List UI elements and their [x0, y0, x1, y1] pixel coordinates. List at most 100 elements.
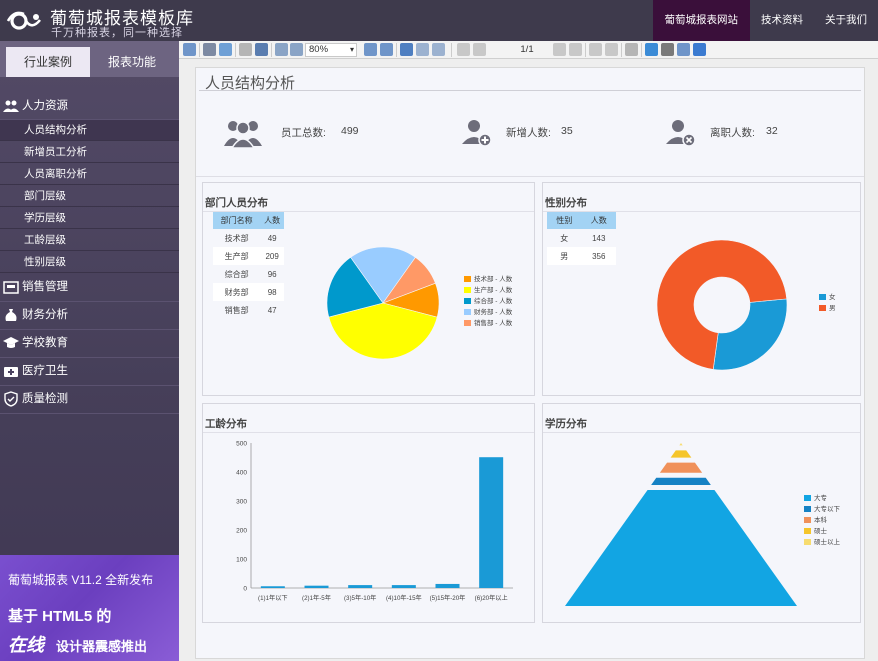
dept-table: 部门名称 人数 技术部 49 生产部 209 综合部 96 财务部 98 销售部 47 [213, 212, 284, 319]
single-page-icon[interactable] [400, 43, 413, 56]
find-icon[interactable] [255, 43, 268, 56]
kpi-value: 32 [766, 125, 778, 137]
fit-page-icon[interactable] [380, 43, 393, 56]
top-bar: 葡萄城报表模板库 千万种报表，同一种选择 葡萄城报表网站 技术资料 关于我们 [0, 0, 878, 41]
next-page-icon[interactable] [553, 43, 566, 56]
table-row: 技术部 49 [213, 229, 284, 247]
people-icon [3, 98, 19, 114]
table-header-row: 部门名称 人数 [213, 212, 284, 229]
page-indicator[interactable]: 1/1 [499, 43, 555, 57]
column-header: 部门名称 [213, 212, 261, 229]
sidebar-item-new-staff-analysis[interactable]: 新增员工分析 [0, 142, 179, 163]
promo-banner[interactable]: 葡萄城报表 V11.2 全新发布 基于 HTML5 的 在线 设计器震感推出 [0, 555, 179, 661]
select-cursor-icon[interactable] [677, 43, 690, 56]
sidebar-item-structure-analysis[interactable]: 人员结构分析 [0, 120, 179, 141]
zoom-select[interactable]: 80% ▾ [305, 43, 357, 57]
panel-title: 学历分布 [545, 418, 587, 430]
reload-icon[interactable] [645, 43, 658, 56]
topnav-link-website[interactable]: 葡萄城报表网站 [652, 0, 750, 41]
kpi-value: 35 [561, 125, 573, 137]
sidebar-group-label: 医疗卫生 [22, 365, 68, 377]
education-pyramid-chart [565, 443, 797, 606]
first-page-icon[interactable] [457, 43, 470, 56]
fit-width-icon[interactable] [364, 43, 377, 56]
legend-label: 生产部 - 人数 [474, 287, 513, 294]
panel-title: 部门人员分布 [205, 197, 268, 209]
zoom-in-icon[interactable] [275, 43, 288, 56]
legend-item: 大专以下 [804, 506, 840, 517]
sidebar-item-education-level[interactable]: 学历层级 [0, 208, 179, 229]
table-row: 综合部 96 [213, 265, 284, 283]
tenure-distribution-panel: 工龄分布 0 100 200 300 400 500 (1)1年以下 (2)1年-5年 (3)5… [202, 403, 535, 623]
x-tick-label: (1)1年以下 [258, 594, 288, 602]
paste-icon[interactable] [239, 43, 252, 56]
pyramid-segment [670, 450, 692, 458]
table-cell: 96 [267, 269, 277, 279]
legend-label: 销售部 - 人数 [474, 320, 513, 327]
column-header: 人数 [260, 212, 284, 229]
remove-user-icon [666, 120, 696, 147]
multi-page-icon[interactable] [432, 43, 445, 56]
table-cell: 财务部 [213, 283, 261, 301]
topnav-link-tech-docs[interactable]: 技术资料 [750, 0, 814, 41]
divider [641, 43, 642, 57]
kpi-value: 499 [341, 125, 359, 137]
table-cell: 技术部 [224, 233, 249, 243]
money-bag-icon [3, 307, 19, 323]
prev-page-icon[interactable] [473, 43, 486, 56]
copy-icon[interactable] [183, 43, 196, 56]
legend-swatch [804, 495, 811, 502]
bar [391, 585, 416, 588]
legend-swatch [464, 287, 471, 294]
table-cell: 143 [592, 233, 606, 243]
sidebar-item-department-level[interactable]: 部门层级 [0, 186, 179, 207]
print-icon[interactable] [203, 43, 216, 56]
gender-distribution-panel: 性别分布 性别 人数 女 143 男 356 女男 [542, 182, 861, 396]
legend-label: 大专 [814, 495, 827, 502]
sidebar-item-tenure-level[interactable]: 工龄层级 [0, 230, 179, 251]
sidebar-group-medical[interactable]: 医疗卫生 [0, 358, 179, 384]
legend-label: 硕士以上 [814, 539, 840, 546]
topnav-link-about-us[interactable]: 关于我们 [814, 0, 878, 41]
bar [260, 586, 285, 588]
sidebar-group-education[interactable]: 学校教育 [0, 330, 179, 356]
column-header: 性别 [547, 212, 582, 229]
continuous-page-icon[interactable] [416, 43, 429, 56]
refresh-icon[interactable] [219, 43, 232, 56]
sidebar-group-sales[interactable]: 销售管理 [0, 274, 179, 300]
tab-report-features[interactable]: 报表功能 [90, 47, 174, 77]
sidebar-item-gender-level[interactable]: 性别层级 [0, 252, 179, 273]
table-row: 生产部 209 [213, 247, 284, 265]
pan-hand-icon[interactable] [661, 43, 674, 56]
sidebar-group-label: 学校教育 [22, 337, 68, 349]
sidebar-group-hr[interactable]: 人力资源 [0, 93, 179, 119]
parameters-icon[interactable] [625, 43, 638, 56]
table-cell: 49 [267, 233, 277, 243]
tab-industry-cases[interactable]: 行业案例 [6, 47, 90, 77]
panel-title: 性别分布 [545, 197, 587, 209]
table-cell: 综合部 [224, 269, 249, 279]
pyramid-segment [565, 489, 797, 606]
sidebar-group-quality[interactable]: 质量检测 [0, 386, 179, 412]
last-page-icon[interactable] [569, 43, 582, 56]
back-icon[interactable] [589, 43, 602, 56]
bar [304, 585, 329, 588]
sidebar-group-finance[interactable]: 财务分析 [0, 302, 179, 328]
donut-slice [712, 298, 788, 371]
dept-distribution-panel: 部门人员分布 部门名称 人数 技术部 49 生产部 209 综合部 96 财务部 98 … [202, 182, 535, 396]
zoom-out-icon[interactable] [290, 43, 303, 56]
dept-chart-legend: 技术部 - 人数 生产部 - 人数 综合部 - 人数 财务部 - 人数 销售部 - 人数 [464, 276, 512, 331]
divider [196, 176, 864, 177]
promo-headline: 基于 HTML5 的 [8, 608, 112, 625]
divider [199, 43, 200, 57]
forward-icon[interactable] [605, 43, 618, 56]
pyramid-segment [679, 443, 683, 446]
export-icon[interactable] [693, 43, 706, 56]
top-nav: 葡萄城报表网站 技术资料 关于我们 [652, 0, 878, 41]
sidebar-item-resignation-analysis[interactable]: 人员离职分析 [0, 164, 179, 185]
sidebar-group-label: 质量检测 [22, 393, 68, 405]
legend-swatch [819, 305, 826, 312]
zoom-value: 80% [309, 44, 329, 55]
legend-item: 本科 [804, 517, 840, 528]
medical-kit-icon [3, 363, 19, 379]
